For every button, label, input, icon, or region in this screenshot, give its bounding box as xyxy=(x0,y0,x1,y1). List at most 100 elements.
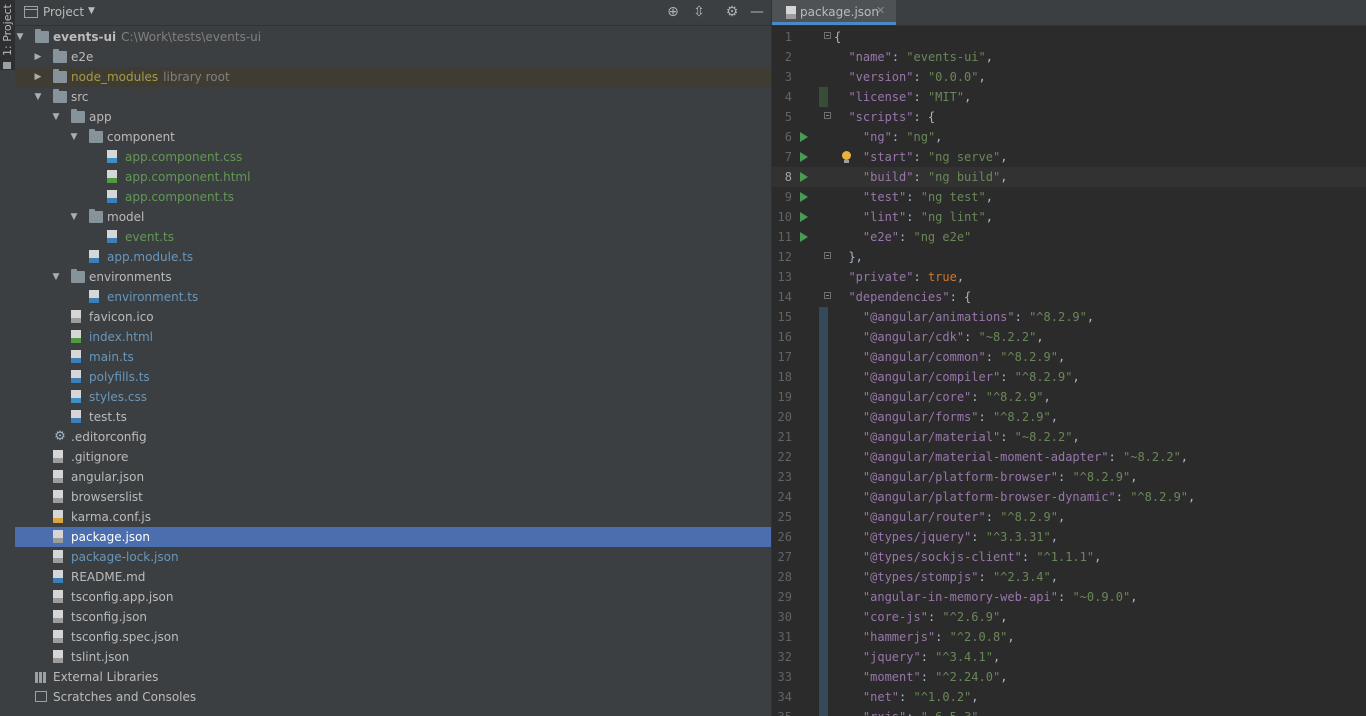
tree-file-row[interactable]: app.component.css xyxy=(15,147,771,167)
tree-file-row[interactable]: browserslist xyxy=(15,487,771,507)
run-script-icon[interactable] xyxy=(800,172,808,182)
vcs-change-marker[interactable] xyxy=(819,667,828,687)
code-line[interactable]: 30 "core-js": "^2.6.9", xyxy=(772,607,1366,627)
code-line[interactable]: 28 "@types/stompjs": "^2.3.4", xyxy=(772,567,1366,587)
hide-panel-icon[interactable]: — xyxy=(748,3,766,21)
code-line[interactable]: 34 "net": "^1.0.2", xyxy=(772,687,1366,707)
code-line[interactable]: 35 "rxjs": "~6.5.3" xyxy=(772,707,1366,716)
run-script-icon[interactable] xyxy=(800,192,808,202)
tree-file-row[interactable]: karma.conf.js xyxy=(15,507,771,527)
code-line[interactable]: 29 "angular-in-memory-web-api": "~0.9.0"… xyxy=(772,587,1366,607)
vcs-change-marker[interactable] xyxy=(819,407,828,427)
vcs-change-marker[interactable] xyxy=(819,87,828,107)
tree-file-row[interactable]: favicon.ico xyxy=(15,307,771,327)
chevron-down-icon[interactable]: ▼ xyxy=(51,107,61,127)
vcs-change-marker[interactable] xyxy=(819,627,828,647)
vcs-change-marker[interactable] xyxy=(819,387,828,407)
vcs-change-marker[interactable] xyxy=(819,547,828,567)
vcs-change-marker[interactable] xyxy=(819,647,828,667)
tree-file-row[interactable]: app.component.ts xyxy=(15,187,771,207)
tree-file-row[interactable]: app.component.html xyxy=(15,167,771,187)
code-line[interactable]: 33 "moment": "^2.24.0", xyxy=(772,667,1366,687)
chevron-right-icon[interactable]: ▶ xyxy=(33,47,43,67)
code-line[interactable]: 9 "test": "ng test", xyxy=(772,187,1366,207)
tree-folder-row[interactable]: ▶ node_modules library root xyxy=(15,67,771,87)
vcs-change-marker[interactable] xyxy=(819,447,828,467)
vcs-change-marker[interactable] xyxy=(819,367,828,387)
tree-file-row[interactable]: tsconfig.spec.json xyxy=(15,627,771,647)
tree-folder-row[interactable]: ▼ src xyxy=(15,87,771,107)
code-line[interactable]: 20 "@angular/forms": "^8.2.9", xyxy=(772,407,1366,427)
tree-file-row[interactable]: styles.css xyxy=(15,387,771,407)
code-line[interactable]: 26 "@types/jquery": "^3.3.31", xyxy=(772,527,1366,547)
run-script-icon[interactable] xyxy=(800,132,808,142)
code-line[interactable]: 25 "@angular/router": "^8.2.9", xyxy=(772,507,1366,527)
tree-file-row[interactable]: tsconfig.app.json xyxy=(15,587,771,607)
tree-folder-row[interactable]: ▶ e2e xyxy=(15,47,771,67)
code-line[interactable]: 19 "@angular/core": "^8.2.9", xyxy=(772,387,1366,407)
tree-folder-row[interactable]: ▼ component xyxy=(15,127,771,147)
code-line[interactable]: 1{ xyxy=(772,27,1366,47)
tree-folder-row[interactable]: ▼ app xyxy=(15,107,771,127)
vcs-change-marker[interactable] xyxy=(819,307,828,327)
tree-file-row[interactable]: test.ts xyxy=(15,407,771,427)
tree-file-row[interactable]: polyfills.ts xyxy=(15,367,771,387)
tree-file-row[interactable]: README.md xyxy=(15,567,771,587)
tree-file-row[interactable]: angular.json xyxy=(15,467,771,487)
tree-file-row[interactable]: main.ts xyxy=(15,347,771,367)
run-script-icon[interactable] xyxy=(800,212,808,222)
chevron-down-icon[interactable]: ▼ xyxy=(51,267,61,287)
code-line[interactable]: 15 "@angular/animations": "^8.2.9", xyxy=(772,307,1366,327)
code-line[interactable]: 10 "lint": "ng lint", xyxy=(772,207,1366,227)
code-line[interactable]: 31 "hammerjs": "^2.0.8", xyxy=(772,627,1366,647)
tree-file-row[interactable]: tslint.json xyxy=(15,647,771,667)
chevron-down-icon[interactable]: ▼ xyxy=(69,127,79,147)
close-icon[interactable]: ✕ xyxy=(876,4,885,17)
tree-file-row[interactable]: tsconfig.json xyxy=(15,607,771,627)
fold-icon[interactable] xyxy=(824,292,831,299)
chevron-down-icon[interactable]: ▼ xyxy=(15,27,25,47)
vcs-change-marker[interactable] xyxy=(819,427,828,447)
tree-file-row[interactable]: .gitignore xyxy=(15,447,771,467)
project-view-title[interactable]: Project xyxy=(43,5,84,19)
vcs-change-marker[interactable] xyxy=(819,487,828,507)
tree-file-row[interactable]: environment.ts xyxy=(15,287,771,307)
fold-icon[interactable] xyxy=(824,112,831,119)
tab-package-json[interactable]: package.json ✕ xyxy=(772,0,896,25)
run-script-icon[interactable] xyxy=(800,232,808,242)
vcs-change-marker[interactable] xyxy=(819,467,828,487)
vcs-change-marker[interactable] xyxy=(819,707,828,716)
code-line[interactable]: 32 "jquery": "^3.4.1", xyxy=(772,647,1366,667)
chevron-down-icon[interactable]: ▼ xyxy=(69,207,79,227)
code-line[interactable]: 16 "@angular/cdk": "~8.2.2", xyxy=(772,327,1366,347)
code-line[interactable]: 24 "@angular/platform-browser-dynamic": … xyxy=(772,487,1366,507)
chevron-down-icon[interactable]: ▼ xyxy=(33,87,43,107)
vcs-change-marker[interactable] xyxy=(819,327,828,347)
code-line[interactable]: 17 "@angular/common": "^8.2.9", xyxy=(772,347,1366,367)
code-line[interactable]: 3 "version": "0.0.0", xyxy=(772,67,1366,87)
code-line[interactable]: 5 "scripts": { xyxy=(772,107,1366,127)
code-line[interactable]: 8 "build": "ng build", xyxy=(772,167,1366,187)
code-line[interactable]: 18 "@angular/compiler": "^8.2.9", xyxy=(772,367,1366,387)
vcs-change-marker[interactable] xyxy=(819,567,828,587)
tree-file-row[interactable]: package-lock.json xyxy=(15,547,771,567)
code-line[interactable]: 6 "ng": "ng", xyxy=(772,127,1366,147)
run-script-icon[interactable] xyxy=(800,152,808,162)
vcs-change-marker[interactable] xyxy=(819,347,828,367)
code-line[interactable]: 12 }, xyxy=(772,247,1366,267)
tree-file-row[interactable]: Scratches and Consoles xyxy=(15,687,771,707)
code-line[interactable]: 7 "start": "ng serve", xyxy=(772,147,1366,167)
tree-file-row[interactable]: event.ts xyxy=(15,227,771,247)
vcs-change-marker[interactable] xyxy=(819,687,828,707)
tree-folder-row[interactable]: ▼ model xyxy=(15,207,771,227)
code-line[interactable]: 13 "private": true, xyxy=(772,267,1366,287)
chevron-right-icon[interactable]: ▶ xyxy=(33,67,43,87)
tree-file-row[interactable]: app.module.ts xyxy=(15,247,771,267)
gear-icon[interactable]: ⚙ xyxy=(723,3,741,21)
tree-file-row[interactable]: External Libraries xyxy=(15,667,771,687)
code-line[interactable]: 27 "@types/sockjs-client": "^1.1.1", xyxy=(772,547,1366,567)
vcs-change-marker[interactable] xyxy=(819,507,828,527)
project-tool-window-tab[interactable]: 1: Project xyxy=(0,0,15,70)
code-line[interactable]: 2 "name": "events-ui", xyxy=(772,47,1366,67)
tree-file-row[interactable]: ⚙ .editorconfig xyxy=(15,427,771,447)
